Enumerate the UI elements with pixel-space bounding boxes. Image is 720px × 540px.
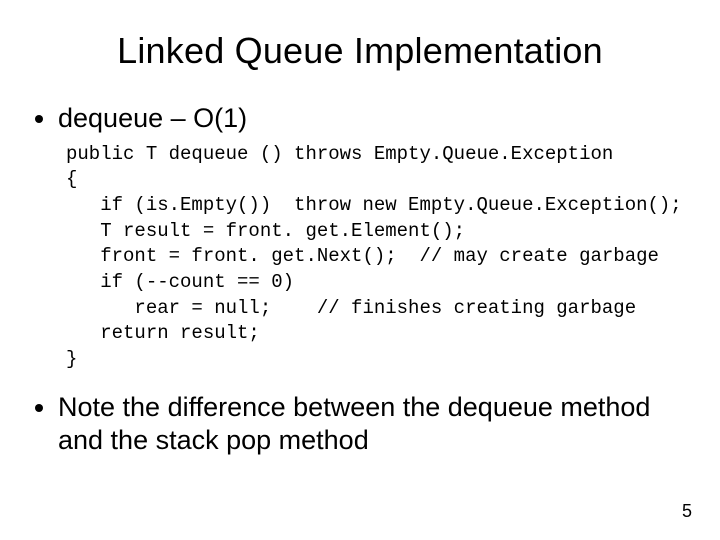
code-line: return result; — [66, 322, 260, 344]
code-line: public T dequeue () throws Empty.Queue.E… — [66, 143, 613, 165]
bullet-list: dequeue – O(1) — [30, 102, 690, 136]
code-line: T result = front. get.Element(); — [66, 220, 465, 242]
slide: Linked Queue Implementation dequeue – O(… — [0, 0, 720, 540]
code-line: } — [66, 348, 77, 370]
page-number: 5 — [682, 501, 692, 522]
bullet-note: Note the difference between the dequeue … — [58, 391, 690, 459]
code-line: { — [66, 168, 77, 190]
code-line: rear = null; // finishes creating garbag… — [66, 297, 636, 319]
slide-title: Linked Queue Implementation — [30, 30, 690, 72]
code-block: public T dequeue () throws Empty.Queue.E… — [66, 142, 690, 373]
code-line: front = front. get.Next(); // may create… — [66, 245, 659, 267]
code-line: if (--count == 0) — [66, 271, 294, 293]
code-line: if (is.Empty()) throw new Empty.Queue.Ex… — [66, 194, 682, 216]
bullet-dequeue: dequeue – O(1) — [58, 102, 690, 136]
bullet-list-2: Note the difference between the dequeue … — [30, 391, 690, 459]
